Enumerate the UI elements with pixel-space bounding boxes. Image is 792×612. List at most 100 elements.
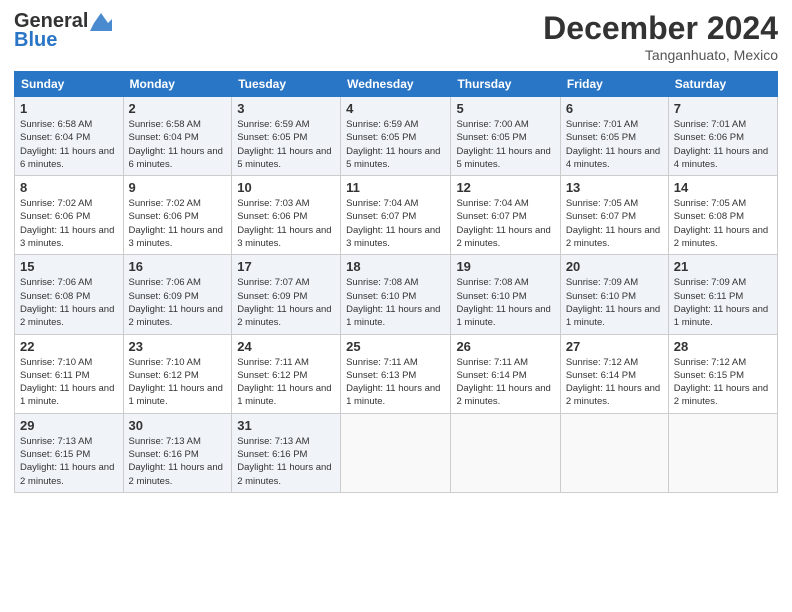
- day-number: 31: [237, 418, 335, 433]
- day-number: 13: [566, 180, 663, 195]
- day-number: 7: [674, 101, 772, 116]
- calendar-cell: 24Sunrise: 7:11 AM Sunset: 6:12 PM Dayli…: [232, 334, 341, 413]
- week-row-3: 22 Sunrise: 7:10 AM Sunset: 6:11 PM Dayli…: [15, 334, 778, 413]
- calendar-table: SundayMondayTuesdayWednesdayThursdayFrid…: [14, 71, 778, 493]
- day-info: Sunrise: 7:10 AM Sunset: 6:11 PM Dayligh…: [20, 356, 118, 409]
- day-info: Sunrise: 7:04 AM Sunset: 6:07 PM Dayligh…: [456, 197, 554, 250]
- day-info: Sunrise: 7:06 AM Sunset: 6:08 PM Dayligh…: [20, 276, 118, 329]
- calendar-cell: 15 Sunrise: 7:06 AM Sunset: 6:08 PM Dayli…: [15, 255, 124, 334]
- calendar-cell: 16 Sunrise: 7:06 AM Sunset: 6:09 PM Dayli…: [123, 255, 232, 334]
- calendar-cell: 22 Sunrise: 7:10 AM Sunset: 6:11 PM Dayli…: [15, 334, 124, 413]
- day-number: 10: [237, 180, 335, 195]
- month-title: December 2024: [543, 10, 778, 47]
- calendar-cell: [668, 413, 777, 492]
- day-number: 23: [129, 339, 227, 354]
- calendar-cell: 8 Sunrise: 7:02 AM Sunset: 6:06 PM Daylig…: [15, 176, 124, 255]
- calendar-cell: 2 Sunrise: 6:58 AM Sunset: 6:04 PM Daylig…: [123, 97, 232, 176]
- day-info: Sunrise: 7:05 AM Sunset: 6:07 PM Dayligh…: [566, 197, 663, 250]
- day-info: Sunrise: 7:11 AM Sunset: 6:12 PM Dayligh…: [237, 356, 335, 409]
- calendar-cell: 9 Sunrise: 7:02 AM Sunset: 6:06 PM Daylig…: [123, 176, 232, 255]
- day-info: Sunrise: 7:02 AM Sunset: 6:06 PM Dayligh…: [20, 197, 118, 250]
- calendar-cell: 14 Sunrise: 7:05 AM Sunset: 6:08 PM Dayli…: [668, 176, 777, 255]
- day-number: 11: [346, 180, 445, 195]
- calendar-cell: 10 Sunrise: 7:03 AM Sunset: 6:06 PM Dayli…: [232, 176, 341, 255]
- logo-icon: [90, 9, 112, 31]
- day-number: 15: [20, 259, 118, 274]
- calendar-cell: 20Sunrise: 7:09 AM Sunset: 6:10 PM Dayli…: [560, 255, 668, 334]
- day-number: 25: [346, 339, 445, 354]
- day-number: 18: [346, 259, 445, 274]
- calendar-cell: [560, 413, 668, 492]
- calendar-cell: 12 Sunrise: 7:04 AM Sunset: 6:07 PM Dayli…: [451, 176, 560, 255]
- day-info: Sunrise: 7:02 AM Sunset: 6:06 PM Dayligh…: [129, 197, 227, 250]
- day-info: Sunrise: 7:12 AM Sunset: 6:14 PM Dayligh…: [566, 356, 663, 409]
- day-info: Sunrise: 6:59 AM Sunset: 6:05 PM Dayligh…: [237, 118, 335, 171]
- calendar-cell: [341, 413, 451, 492]
- day-info: Sunrise: 7:11 AM Sunset: 6:13 PM Dayligh…: [346, 356, 445, 409]
- calendar-cell: 11 Sunrise: 7:04 AM Sunset: 6:07 PM Dayli…: [341, 176, 451, 255]
- day-info: Sunrise: 7:06 AM Sunset: 6:09 PM Dayligh…: [129, 276, 227, 329]
- calendar-cell: 13 Sunrise: 7:05 AM Sunset: 6:07 PM Dayli…: [560, 176, 668, 255]
- day-number: 29: [20, 418, 118, 433]
- calendar-cell: 29 Sunrise: 7:13 AM Sunset: 6:15 PM Dayli…: [15, 413, 124, 492]
- day-info: Sunrise: 6:58 AM Sunset: 6:04 PM Dayligh…: [20, 118, 118, 171]
- calendar-cell: 4Sunrise: 6:59 AM Sunset: 6:05 PM Daylig…: [341, 97, 451, 176]
- day-number: 2: [129, 101, 227, 116]
- day-info: Sunrise: 7:03 AM Sunset: 6:06 PM Dayligh…: [237, 197, 335, 250]
- location: Tanganhuato, Mexico: [543, 47, 778, 63]
- day-number: 14: [674, 180, 772, 195]
- day-info: Sunrise: 7:13 AM Sunset: 6:16 PM Dayligh…: [237, 435, 335, 488]
- calendar-cell: 26Sunrise: 7:11 AM Sunset: 6:14 PM Dayli…: [451, 334, 560, 413]
- calendar-cell: 27 Sunrise: 7:12 AM Sunset: 6:14 PM Dayli…: [560, 334, 668, 413]
- calendar-cell: 25 Sunrise: 7:11 AM Sunset: 6:13 PM Dayli…: [341, 334, 451, 413]
- calendar-cell: 18 Sunrise: 7:08 AM Sunset: 6:10 PM Dayli…: [341, 255, 451, 334]
- title-block: December 2024 Tanganhuato, Mexico: [543, 10, 778, 63]
- calendar-cell: 19 Sunrise: 7:08 AM Sunset: 6:10 PM Dayli…: [451, 255, 560, 334]
- day-info: Sunrise: 7:05 AM Sunset: 6:08 PM Dayligh…: [674, 197, 772, 250]
- day-number: 5: [456, 101, 554, 116]
- day-number: 27: [566, 339, 663, 354]
- day-info: Sunrise: 7:01 AM Sunset: 6:06 PM Dayligh…: [674, 118, 772, 171]
- day-info: Sunrise: 7:08 AM Sunset: 6:10 PM Dayligh…: [456, 276, 554, 329]
- week-row-0: 1 Sunrise: 6:58 AM Sunset: 6:04 PM Daylig…: [15, 97, 778, 176]
- header-thursday: Thursday: [451, 72, 560, 97]
- day-number: 8: [20, 180, 118, 195]
- day-info: Sunrise: 7:09 AM Sunset: 6:11 PM Dayligh…: [674, 276, 772, 329]
- week-row-1: 8 Sunrise: 7:02 AM Sunset: 6:06 PM Daylig…: [15, 176, 778, 255]
- day-number: 30: [129, 418, 227, 433]
- header-saturday: Saturday: [668, 72, 777, 97]
- day-number: 16: [129, 259, 227, 274]
- calendar-cell: 28 Sunrise: 7:12 AM Sunset: 6:15 PM Dayli…: [668, 334, 777, 413]
- header-monday: Monday: [123, 72, 232, 97]
- day-info: Sunrise: 7:10 AM Sunset: 6:12 PM Dayligh…: [129, 356, 227, 409]
- day-info: Sunrise: 7:13 AM Sunset: 6:15 PM Dayligh…: [20, 435, 118, 488]
- day-number: 9: [129, 180, 227, 195]
- day-number: 12: [456, 180, 554, 195]
- day-info: Sunrise: 7:12 AM Sunset: 6:15 PM Dayligh…: [674, 356, 772, 409]
- calendar-cell: 30 Sunrise: 7:13 AM Sunset: 6:16 PM Dayli…: [123, 413, 232, 492]
- day-info: Sunrise: 7:00 AM Sunset: 6:05 PM Dayligh…: [456, 118, 554, 171]
- day-number: 22: [20, 339, 118, 354]
- day-info: Sunrise: 7:04 AM Sunset: 6:07 PM Dayligh…: [346, 197, 445, 250]
- day-info: Sunrise: 7:08 AM Sunset: 6:10 PM Dayligh…: [346, 276, 445, 329]
- header-friday: Friday: [560, 72, 668, 97]
- header-sunday: Sunday: [15, 72, 124, 97]
- logo: General Blue: [14, 10, 112, 52]
- calendar-header-row: SundayMondayTuesdayWednesdayThursdayFrid…: [15, 72, 778, 97]
- calendar-cell: 23 Sunrise: 7:10 AM Sunset: 6:12 PM Dayli…: [123, 334, 232, 413]
- day-info: Sunrise: 6:58 AM Sunset: 6:04 PM Dayligh…: [129, 118, 227, 171]
- day-number: 28: [674, 339, 772, 354]
- day-number: 1: [20, 101, 118, 116]
- calendar-cell: 31 Sunrise: 7:13 AM Sunset: 6:16 PM Dayli…: [232, 413, 341, 492]
- day-number: 3: [237, 101, 335, 116]
- week-row-2: 15 Sunrise: 7:06 AM Sunset: 6:08 PM Dayli…: [15, 255, 778, 334]
- calendar-cell: 3 Sunrise: 6:59 AM Sunset: 6:05 PM Daylig…: [232, 97, 341, 176]
- page-header: General Blue December 2024 Tanganhuato, …: [14, 10, 778, 63]
- day-info: Sunrise: 7:07 AM Sunset: 6:09 PM Dayligh…: [237, 276, 335, 329]
- day-info: Sunrise: 6:59 AM Sunset: 6:05 PM Dayligh…: [346, 118, 445, 171]
- calendar-cell: 1 Sunrise: 6:58 AM Sunset: 6:04 PM Daylig…: [15, 97, 124, 176]
- day-info: Sunrise: 7:13 AM Sunset: 6:16 PM Dayligh…: [129, 435, 227, 488]
- calendar-cell: 7 Sunrise: 7:01 AM Sunset: 6:06 PM Daylig…: [668, 97, 777, 176]
- day-number: 19: [456, 259, 554, 274]
- day-number: 21: [674, 259, 772, 274]
